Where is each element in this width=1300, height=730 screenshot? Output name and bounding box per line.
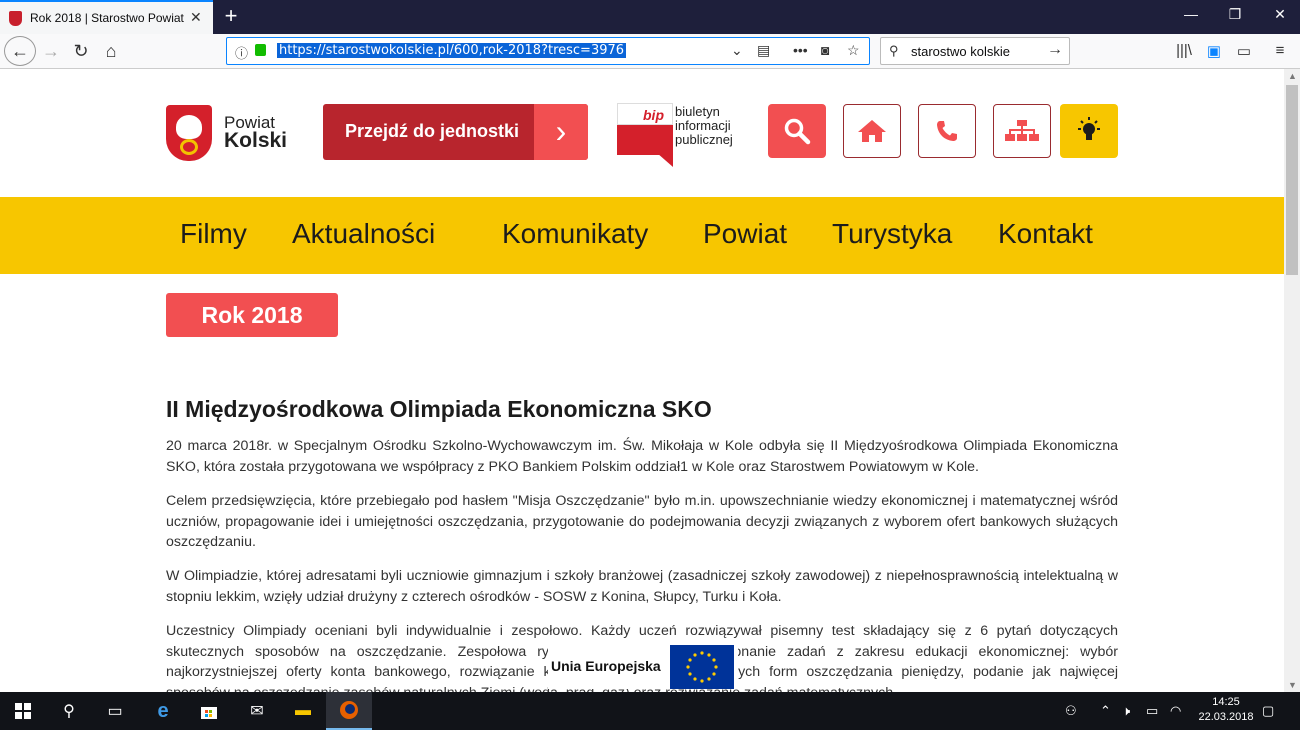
main-menu: Filmy Aktualności Komunikaty Powiat Tury… bbox=[0, 197, 1284, 274]
store-icon[interactable] bbox=[186, 692, 232, 730]
home-icon[interactable]: ⌂ bbox=[96, 37, 126, 65]
logo-line2: Kolski bbox=[224, 129, 288, 152]
more-icon[interactable]: ••• bbox=[793, 42, 808, 58]
wifi-icon[interactable]: ◠ bbox=[1170, 703, 1181, 719]
chevron-up-icon[interactable]: ⌃ bbox=[1100, 703, 1111, 719]
go-arrow-icon[interactable]: → bbox=[1047, 41, 1063, 59]
menu-item-aktualnosci[interactable]: Aktualności bbox=[292, 218, 435, 250]
menu-item-turystyka[interactable]: Turystyka bbox=[832, 218, 952, 250]
contrast-button[interactable] bbox=[1060, 104, 1118, 158]
search-icon: ⚲ bbox=[889, 43, 899, 58]
search-icon bbox=[784, 118, 811, 145]
bip-mark: bip bbox=[643, 107, 664, 123]
library-icon[interactable]: |||\ bbox=[1172, 42, 1196, 59]
lock-icon bbox=[255, 44, 266, 56]
article-paragraph: 20 marca 2018r. w Specjalnym Ośrodku Szk… bbox=[166, 438, 1118, 475]
star-icon[interactable]: ☆ bbox=[847, 42, 860, 59]
search-button[interactable] bbox=[768, 104, 826, 158]
navigation-toolbar: ← → ↻ ⌂ ⓘ https://starostwokolskie.pl/60… bbox=[0, 34, 1300, 69]
sitemap-button[interactable] bbox=[993, 104, 1051, 158]
clock-time: 14:25 bbox=[1212, 696, 1240, 708]
close-tab-icon[interactable]: ✕ bbox=[190, 9, 202, 26]
search-text[interactable]: starostwo kolskie bbox=[911, 44, 1010, 59]
close-window-icon[interactable]: ✕ bbox=[1265, 6, 1295, 23]
tab-title: Rok 2018 | Starostwo Powiatowe bbox=[30, 11, 184, 25]
goto-unit-button[interactable]: Przejdź do jednostki › bbox=[323, 104, 588, 160]
chevron-down-icon[interactable]: ⌄ bbox=[731, 42, 743, 59]
minimize-icon[interactable]: — bbox=[1176, 6, 1206, 22]
clock[interactable]: 14:25 22.03.2018 bbox=[1195, 695, 1257, 725]
sidebar-icon[interactable]: ▭ bbox=[1232, 42, 1256, 60]
back-icon[interactable]: ← bbox=[4, 36, 36, 66]
tab-bar: Rok 2018 | Starostwo Powiatowe ✕ + — ❐ ✕ bbox=[0, 0, 1300, 34]
pocket-icon[interactable]: ◙ bbox=[821, 42, 829, 58]
reload-icon[interactable]: ↻ bbox=[66, 37, 96, 65]
article-paragraph: Celem przedsięwzięcia, które przebiegało… bbox=[166, 493, 1118, 551]
battery-icon[interactable]: ▭ bbox=[1146, 703, 1158, 719]
clock-date: 22.03.2018 bbox=[1198, 711, 1254, 723]
goto-unit-label: Przejdź do jednostki bbox=[345, 121, 520, 141]
home-icon bbox=[858, 120, 886, 142]
eu-badge-label: Unia Europejska bbox=[551, 658, 661, 674]
scroll-up-icon[interactable]: ▲ bbox=[1288, 71, 1297, 81]
url-bar[interactable]: ⓘ https://starostwokolskie.pl/600,rok-20… bbox=[226, 37, 870, 65]
search-icon[interactable]: ⚲ bbox=[46, 692, 92, 730]
bulb-icon bbox=[1078, 117, 1100, 140]
info-icon[interactable]: ⓘ bbox=[235, 43, 248, 62]
notifications-icon[interactable]: ▢ bbox=[1262, 703, 1274, 719]
coat-of-arms-icon bbox=[166, 105, 212, 161]
home-button[interactable] bbox=[843, 104, 901, 158]
eu-badge[interactable]: Unia Europejska bbox=[548, 645, 738, 689]
search-bar[interactable]: ⚲ starostwo kolskie → bbox=[880, 37, 1070, 65]
sync-icon[interactable]: ▣ bbox=[1202, 42, 1226, 60]
firefox-icon[interactable] bbox=[326, 692, 372, 730]
page-scrollbar[interactable]: ▲ ▼ bbox=[1284, 69, 1300, 692]
menu-item-komunikaty[interactable]: Komunikaty bbox=[502, 218, 648, 250]
page-viewport: Powiat Kolski Przejdź do jednostki › bip… bbox=[0, 69, 1284, 692]
windows-taskbar: ⚲ ▭ e ✉ ▬ ⚇ ⌃ 🕨 ▭ ◠ 14:25 22.03.2018 ▢ bbox=[0, 692, 1300, 730]
menu-item-powiat[interactable]: Powiat bbox=[703, 218, 787, 250]
menu-item-kontakt[interactable]: Kontakt bbox=[998, 218, 1093, 250]
article-title: II Międzyośrodkowa Olimpiada Ekonomiczna… bbox=[166, 396, 712, 422]
chevron-right-icon: › bbox=[534, 104, 588, 160]
bip-flag-icon: bip bbox=[617, 103, 673, 167]
windows-start-icon[interactable] bbox=[0, 692, 46, 730]
phone-icon bbox=[937, 121, 957, 141]
edge-icon[interactable]: e bbox=[140, 692, 186, 730]
article-paragraph: W Olimpiadzie, której adresatami byli uc… bbox=[166, 568, 1118, 605]
menu-item-filmy[interactable]: Filmy bbox=[180, 218, 247, 250]
eu-flag-icon bbox=[670, 645, 734, 689]
people-icon[interactable]: ⚇ bbox=[1065, 703, 1077, 719]
phone-button[interactable] bbox=[918, 104, 976, 158]
restore-icon[interactable]: ❐ bbox=[1220, 6, 1250, 23]
menu-icon[interactable]: ≡ bbox=[1268, 42, 1292, 59]
browser-tab[interactable]: Rok 2018 | Starostwo Powiatowe ✕ bbox=[0, 0, 213, 34]
url-text[interactable]: https://starostwokolskie.pl/600,rok-2018… bbox=[277, 43, 627, 58]
category-pill[interactable]: Rok 2018 bbox=[166, 293, 338, 337]
forward-icon[interactable]: → bbox=[36, 37, 66, 65]
new-tab-icon[interactable]: + bbox=[220, 3, 242, 29]
scrollbar-thumb[interactable] bbox=[1286, 85, 1298, 275]
bip-text: biuletyn informacji publicznej bbox=[675, 104, 733, 147]
volume-icon[interactable]: 🕨 bbox=[1122, 703, 1130, 719]
favicon-icon bbox=[9, 11, 22, 26]
scroll-down-icon[interactable]: ▼ bbox=[1288, 680, 1297, 690]
sitemap-icon bbox=[1005, 120, 1039, 141]
mail-icon[interactable]: ✉ bbox=[234, 692, 280, 730]
reader-icon[interactable]: ▤ bbox=[757, 42, 770, 59]
file-explorer-icon[interactable]: ▬ bbox=[280, 692, 326, 730]
task-view-icon[interactable]: ▭ bbox=[92, 692, 138, 730]
